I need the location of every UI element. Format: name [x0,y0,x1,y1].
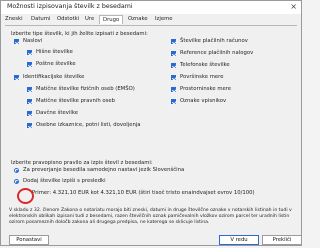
checkbox-hisne-stevilke[interactable] [27,50,32,55]
tab-zneski[interactable]: Zneski [5,16,23,22]
options-panel: Izberite tipe številk, ki jih želite izp… [5,26,297,228]
label-identifikacijske: Identifikacijske številke [23,74,85,80]
checkbox-davcne-stevilke[interactable] [27,111,32,116]
label-rule-1: Za preverjanje besedila samodejno nastav… [23,167,185,173]
checkbox-identifikacijske[interactable] [14,75,19,80]
label-telefonske: Telefonske številke [180,62,230,68]
tab-datumi[interactable]: Datumi [31,16,50,22]
tab-ure[interactable]: Ure [85,16,94,22]
checkbox-povrsinske[interactable] [171,75,176,80]
reset-button[interactable]: Ponastavi [9,235,49,245]
rule-title: Izberite pravopisno pravilo za izpis šte… [11,160,153,166]
label-naslovi: Naslovi [23,38,43,44]
tab-izjeme[interactable]: Izjeme [155,16,173,22]
label-emso: Matične številke fizičnih oseb (EMŠO) [36,86,135,92]
checkbox-vpisniki[interactable] [171,99,176,104]
tab-odstotki[interactable]: Odstotki [57,16,79,22]
label-placilni-racuni: Številke plačilnih računov [180,38,248,44]
label-vpisniki: Oznake vpisnikov [180,98,227,104]
label-osebne-izkaznice: Osebne izkaznice, potni listi, dovoljenj… [36,122,141,128]
checkbox-naslovi[interactable] [14,39,19,44]
tab-drugo[interactable]: Drugo [99,15,124,24]
radio-rule-2[interactable] [14,179,19,184]
label-hisne-stevilke: Hišne številke [36,49,73,55]
intro-text: Izberite tipe številk, ki jih želite izp… [11,31,148,37]
cancel-button[interactable]: Prekliči [262,235,302,245]
checkbox-postne-stevilke[interactable] [27,62,32,67]
checkbox-telefonske[interactable] [171,63,176,68]
checkbox-placilni-racuni[interactable] [171,39,176,44]
label-maticne-pravnih-oseb: Matične številke pravnih oseb [36,98,115,104]
label-povrsinske: Površinske mere [180,74,224,80]
checkbox-prostorninske[interactable] [171,87,176,92]
radio-rule-1[interactable] [14,168,19,173]
window-title: Možnosti izpisovanja številk z besedami [7,3,133,10]
label-postne-stevilke: Poštne številke [36,61,76,67]
description-text: V skladu z 32. členom Zakona o notariatu… [9,208,292,225]
tab-oznake[interactable]: Oznake [128,16,148,22]
title-bar: Možnosti izpisovanja številk z besedami … [1,1,301,14]
close-icon[interactable]: × [290,2,297,12]
dialog-window: Možnosti izpisovanja številk z besedami … [0,0,302,246]
checkbox-maticne-pravnih-oseb[interactable] [27,99,32,104]
checkbox-reference-nalogov[interactable] [171,51,176,56]
checkbox-emso[interactable] [27,87,32,92]
label-reference-nalogov: Reference plačilnih nalogov [180,50,254,56]
label-davcne-stevilke: Davčne številke [36,110,78,116]
checkbox-osebne-izkaznice[interactable] [27,123,32,128]
red-circle-highlight [17,188,34,204]
example-text: Primer: 4.321,10 EUR kot 4.321,10 EUR (š… [32,190,255,196]
ok-button[interactable]: V redu [219,235,259,245]
label-prostorninske: Prostorninske mere [180,86,232,92]
label-rule-2: Dodaj številke izpiši s presledki [23,178,106,184]
